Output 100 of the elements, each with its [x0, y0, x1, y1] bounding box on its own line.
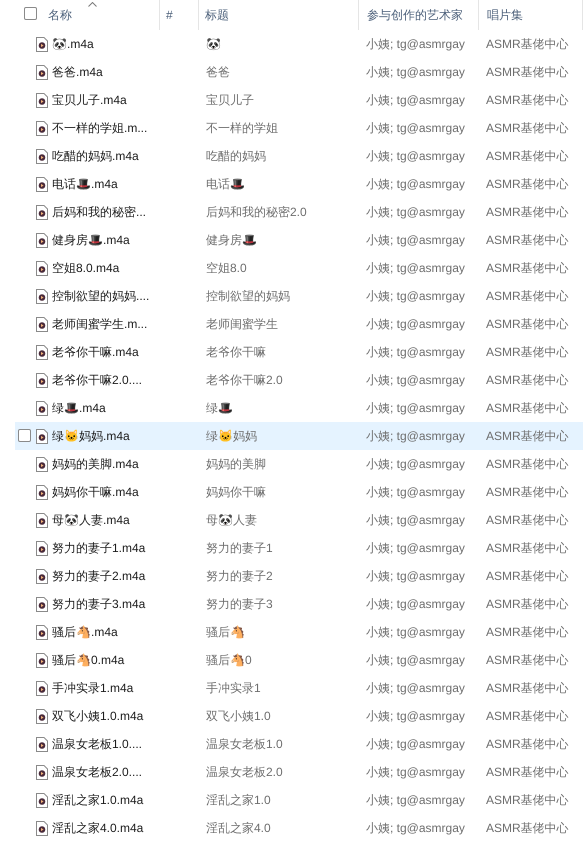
column-header[interactable]: 唱片集: [479, 0, 583, 30]
file-name: 骚后🐴.m4a: [52, 624, 118, 641]
file-row[interactable]: 温泉女老板1.0.... 温泉女老板1.0 小姨; tg@asmrgay ASMR基佬中心: [15, 730, 583, 758]
file-name: 手冲实录1.m4a: [52, 680, 134, 697]
file-name: 吃醋的妈妈.m4a: [52, 148, 139, 165]
title-cell-text: 手冲实录1: [206, 680, 262, 697]
file-name: 努力的妻子1.m4a: [52, 540, 146, 557]
artist-cell-text: 小姨; tg@asmrgay: [366, 540, 466, 557]
select-all-checkbox[interactable]: [24, 7, 37, 20]
album-cell-text: ASMR基佬中心: [486, 204, 569, 221]
audio-file-icon: [36, 372, 48, 388]
artist-cell-text: 小姨; tg@asmrgay: [366, 680, 466, 697]
column-header[interactable]: #: [160, 0, 199, 30]
file-row[interactable]: 努力的妻子3.m4a 努力的妻子3 小姨; tg@asmrgay ASMR基佬中心: [15, 590, 583, 618]
artist-cell-text: 小姨; tg@asmrgay: [366, 260, 466, 277]
album-cell-text: ASMR基佬中心: [486, 512, 569, 529]
audio-file-icon: [36, 428, 48, 444]
album-cell-text: ASMR基佬中心: [486, 624, 569, 641]
file-name: 努力的妻子2.m4a: [52, 568, 146, 585]
file-row[interactable]: 绿🐱妈妈.m4a 绿🐱妈妈 小姨; tg@asmrgay ASMR基佬中心: [15, 422, 583, 450]
file-name: 宝贝儿子.m4a: [52, 92, 127, 109]
file-row[interactable]: 淫乱之家1.0.m4a 淫乱之家1.0 小姨; tg@asmrgay ASMR基佬中心: [15, 786, 583, 814]
file-name: 淫乱之家1.0.m4a: [52, 792, 144, 809]
file-row[interactable]: 手冲实录1.m4a 手冲实录1 小姨; tg@asmrgay ASMR基佬中心: [15, 674, 583, 702]
audio-file-icon: [36, 260, 48, 276]
title-cell-text: 吃醋的妈妈: [206, 148, 267, 165]
audio-file-icon: [36, 680, 48, 696]
file-row[interactable]: 爸爸.m4a 爸爸 小姨; tg@asmrgay ASMR基佬中心: [15, 58, 583, 86]
album-cell-text: ASMR基佬中心: [486, 428, 569, 445]
file-row[interactable]: 老爷你干嘛.m4a 老爷你干嘛 小姨; tg@asmrgay ASMR基佬中心: [15, 338, 583, 366]
title-cell-text: 后妈和我的秘密2.0: [206, 204, 308, 221]
artist-cell-text: 小姨; tg@asmrgay: [366, 400, 466, 417]
album-cell-text: ASMR基佬中心: [486, 148, 569, 165]
audio-file-icon: [36, 652, 48, 668]
album-cell-text: ASMR基佬中心: [486, 736, 569, 753]
file-name: 绿🎩.m4a: [52, 400, 106, 417]
title-cell-text: 母🐼人妻: [206, 512, 258, 529]
file-name: 空姐8.0.m4a: [52, 260, 120, 277]
artist-cell-text: 小姨; tg@asmrgay: [366, 344, 466, 361]
file-name: 淫乱之家4.0.m4a: [52, 820, 144, 837]
file-name: 爸爸.m4a: [52, 64, 103, 81]
row-checkbox[interactable]: [18, 429, 31, 442]
album-cell-text: ASMR基佬中心: [486, 344, 569, 361]
file-name: 温泉女老板1.0....: [52, 736, 142, 753]
title-cell-text: 爸爸: [206, 64, 231, 81]
title-cell-text: 老爷你干嘛2.0: [206, 372, 284, 389]
file-row[interactable]: 老爷你干嘛2.0.... 老爷你干嘛2.0 小姨; tg@asmrgay ASMR基佬中心: [15, 366, 583, 394]
column-header[interactable]: 标题: [199, 0, 359, 30]
album-cell-text: ASMR基佬中心: [486, 456, 569, 473]
album-cell-text: ASMR基佬中心: [486, 64, 569, 81]
title-cell-text: 骚后🐴: [206, 624, 246, 641]
title-cell-text: 努力的妻子1: [206, 540, 274, 557]
audio-file-icon: [36, 820, 48, 836]
file-row[interactable]: 妈妈你干嘛.m4a 妈妈你干嘛 小姨; tg@asmrgay ASMR基佬中心: [15, 478, 583, 506]
title-cell-text: 不一样的学姐: [206, 120, 279, 137]
audio-file-icon: [36, 512, 48, 528]
file-row[interactable]: 后妈和我的秘密... 后妈和我的秘密2.0 小姨; tg@asmrgay ASMR基佬中心: [15, 198, 583, 226]
artist-cell-text: 小姨; tg@asmrgay: [366, 316, 466, 333]
file-row[interactable]: 老师闺蜜学生.m... 老师闺蜜学生 小姨; tg@asmrgay ASMR基佬中心: [15, 310, 583, 338]
file-row[interactable]: 骚后🐴.m4a 骚后🐴 小姨; tg@asmrgay ASMR基佬中心: [15, 618, 583, 646]
album-cell-text: ASMR基佬中心: [486, 540, 569, 557]
audio-file-icon: [36, 792, 48, 808]
artist-cell-text: 小姨; tg@asmrgay: [366, 92, 466, 109]
file-row[interactable]: 妈妈的美脚.m4a 妈妈的美脚 小姨; tg@asmrgay ASMR基佬中心: [15, 450, 583, 478]
file-row[interactable]: 不一样的学姐.m... 不一样的学姐 小姨; tg@asmrgay ASMR基佬中心: [15, 114, 583, 142]
artist-cell-text: 小姨; tg@asmrgay: [366, 764, 466, 781]
file-row[interactable]: 母🐼人妻.m4a 母🐼人妻 小姨; tg@asmrgay ASMR基佬中心: [15, 506, 583, 534]
audio-file-icon: [36, 316, 48, 332]
column-header[interactable]: 参与创作的艺术家: [359, 0, 479, 30]
file-name: 双飞小姨1.0.m4a: [52, 708, 144, 725]
audio-file-icon: [36, 36, 48, 52]
artist-cell-text: 小姨; tg@asmrgay: [366, 484, 466, 501]
file-row[interactable]: 吃醋的妈妈.m4a 吃醋的妈妈 小姨; tg@asmrgay ASMR基佬中心: [15, 142, 583, 170]
column-header[interactable]: 名称: [0, 0, 160, 30]
file-row[interactable]: 控制欲望的妈妈.... 控制欲望的妈妈 小姨; tg@asmrgay ASMR基佬中心: [15, 282, 583, 310]
file-row[interactable]: 骚后🐴0.m4a 骚后🐴0 小姨; tg@asmrgay ASMR基佬中心: [15, 646, 583, 674]
file-row[interactable]: 健身房🎩.m4a 健身房🎩 小姨; tg@asmrgay ASMR基佬中心: [15, 226, 583, 254]
file-row[interactable]: 努力的妻子2.m4a 努力的妻子2 小姨; tg@asmrgay ASMR基佬中心: [15, 562, 583, 590]
title-cell-text: 淫乱之家4.0: [206, 820, 272, 837]
album-cell-text: ASMR基佬中心: [486, 92, 569, 109]
audio-file-icon: [36, 92, 48, 108]
file-name: 控制欲望的妈妈....: [52, 288, 150, 305]
album-cell-text: ASMR基佬中心: [486, 568, 569, 585]
file-row[interactable]: 🐼.m4a 🐼 小姨; tg@asmrgay ASMR基佬中心: [15, 30, 583, 58]
album-cell-text: ASMR基佬中心: [486, 792, 569, 809]
title-cell-text: 控制欲望的妈妈: [206, 288, 291, 305]
file-row[interactable]: 空姐8.0.m4a 空姐8.0 小姨; tg@asmrgay ASMR基佬中心: [15, 254, 583, 282]
file-row[interactable]: 双飞小姨1.0.m4a 双飞小姨1.0 小姨; tg@asmrgay ASMR基佬中心: [15, 702, 583, 730]
title-cell-text: 老爷你干嘛: [206, 344, 267, 361]
title-cell-text: 温泉女老板2.0: [206, 764, 284, 781]
file-row[interactable]: 电话🎩.m4a 电话🎩 小姨; tg@asmrgay ASMR基佬中心: [15, 170, 583, 198]
artist-cell-text: 小姨; tg@asmrgay: [366, 512, 466, 529]
file-row[interactable]: 努力的妻子1.m4a 努力的妻子1 小姨; tg@asmrgay ASMR基佬中心: [15, 534, 583, 562]
audio-file-icon: [36, 596, 48, 612]
file-row[interactable]: 温泉女老板2.0.... 温泉女老板2.0 小姨; tg@asmrgay ASMR基佬中心: [15, 758, 583, 786]
artist-cell-text: 小姨; tg@asmrgay: [366, 596, 466, 613]
file-row[interactable]: 淫乱之家4.0.m4a 淫乱之家4.0 小姨; tg@asmrgay ASMR基佬中心: [15, 814, 583, 842]
title-cell-text: 绿🐱妈妈: [206, 428, 258, 445]
file-row[interactable]: 宝贝儿子.m4a 宝贝儿子 小姨; tg@asmrgay ASMR基佬中心: [15, 86, 583, 114]
file-row[interactable]: 绿🎩.m4a 绿🎩 小姨; tg@asmrgay ASMR基佬中心: [15, 394, 583, 422]
